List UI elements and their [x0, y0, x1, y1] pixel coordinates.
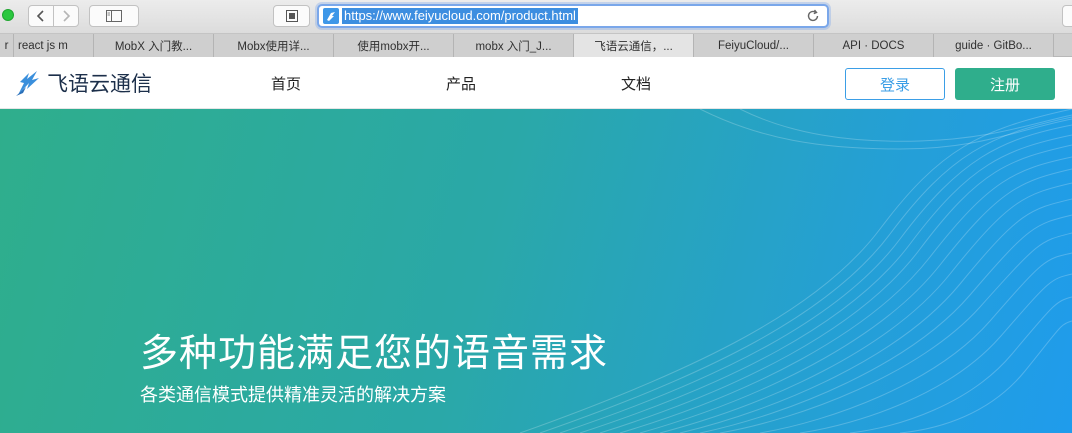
tab-label: API · DOCS [842, 39, 905, 52]
url-text[interactable]: https://www.feiyucloud.com/product.html [342, 8, 578, 24]
reader-icon [285, 10, 298, 22]
nav-docs[interactable]: 文档 [621, 73, 651, 94]
tab-label: MobX 入门教... [114, 40, 193, 53]
register-button[interactable]: 注册 [955, 68, 1055, 100]
tab-label: mobx 入门_J... [475, 40, 552, 53]
tab-label: FeiyuCloud/... [718, 39, 789, 52]
chevron-right-icon [63, 10, 71, 22]
hero-title: 多种功能满足您的语音需求 [140, 331, 609, 375]
tab[interactable]: Mobx使用详... [214, 34, 334, 57]
login-button[interactable]: 登录 [845, 68, 945, 100]
hero-subtitle: 各类通信模式提供精准灵活的解决方案 [140, 385, 446, 406]
tab-bar-filler [1054, 34, 1072, 56]
tab[interactable]: FeiyuCloud/... [694, 34, 814, 57]
tab-label: 使用mobx开... [357, 40, 430, 53]
site-favicon-icon [323, 8, 339, 24]
reader-button[interactable] [273, 5, 310, 27]
feiyu-logo-icon [16, 71, 39, 96]
hero-banner: 多种功能满足您的语音需求 各类通信模式提供精准灵活的解决方案 [0, 109, 1072, 433]
tab-label: guide · GitBo... [955, 39, 1032, 52]
reload-icon[interactable] [805, 8, 821, 24]
window-zoom-button[interactable] [2, 9, 14, 21]
site-header: 飞语云通信 首页 产品 文档 登录 注册 [0, 58, 1072, 109]
tab[interactable]: MobX 入门教... [94, 34, 214, 57]
tab-bar: r react js m MobX 入门教... Mobx使用详... 使用mo… [0, 34, 1072, 57]
site-logo[interactable]: 飞语云通信 [15, 68, 152, 98]
tab[interactable]: mobx 入门_J... [454, 34, 574, 57]
tab-label: Mobx使用详... [237, 40, 310, 53]
tab[interactable]: r [0, 34, 14, 57]
tab[interactable]: guide · GitBo... [934, 34, 1054, 57]
forward-button[interactable] [53, 5, 79, 27]
browser-toolbar: https://www.feiyucloud.com/product.html [0, 0, 1072, 34]
tab-active[interactable]: 飞语云通信，... [574, 34, 694, 57]
chevron-left-icon [36, 10, 44, 22]
nav-home[interactable]: 首页 [271, 73, 301, 94]
toolbar-overflow-button[interactable] [1062, 5, 1072, 27]
nav-products[interactable]: 产品 [446, 73, 476, 94]
address-bar[interactable]: https://www.feiyucloud.com/product.html [317, 4, 829, 28]
logo-text: 飞语云通信 [47, 72, 152, 96]
sidebar-toggle-button[interactable] [89, 5, 139, 27]
tab-label: 飞语云通信，... [594, 40, 673, 53]
tab-label: r [4, 39, 9, 52]
tab[interactable]: API · DOCS [814, 34, 934, 57]
tab[interactable]: react js m [14, 34, 94, 57]
tab-label: react js m [18, 39, 68, 52]
sidebar-icon [106, 10, 122, 22]
back-button[interactable] [28, 5, 54, 27]
tab[interactable]: 使用mobx开... [334, 34, 454, 57]
